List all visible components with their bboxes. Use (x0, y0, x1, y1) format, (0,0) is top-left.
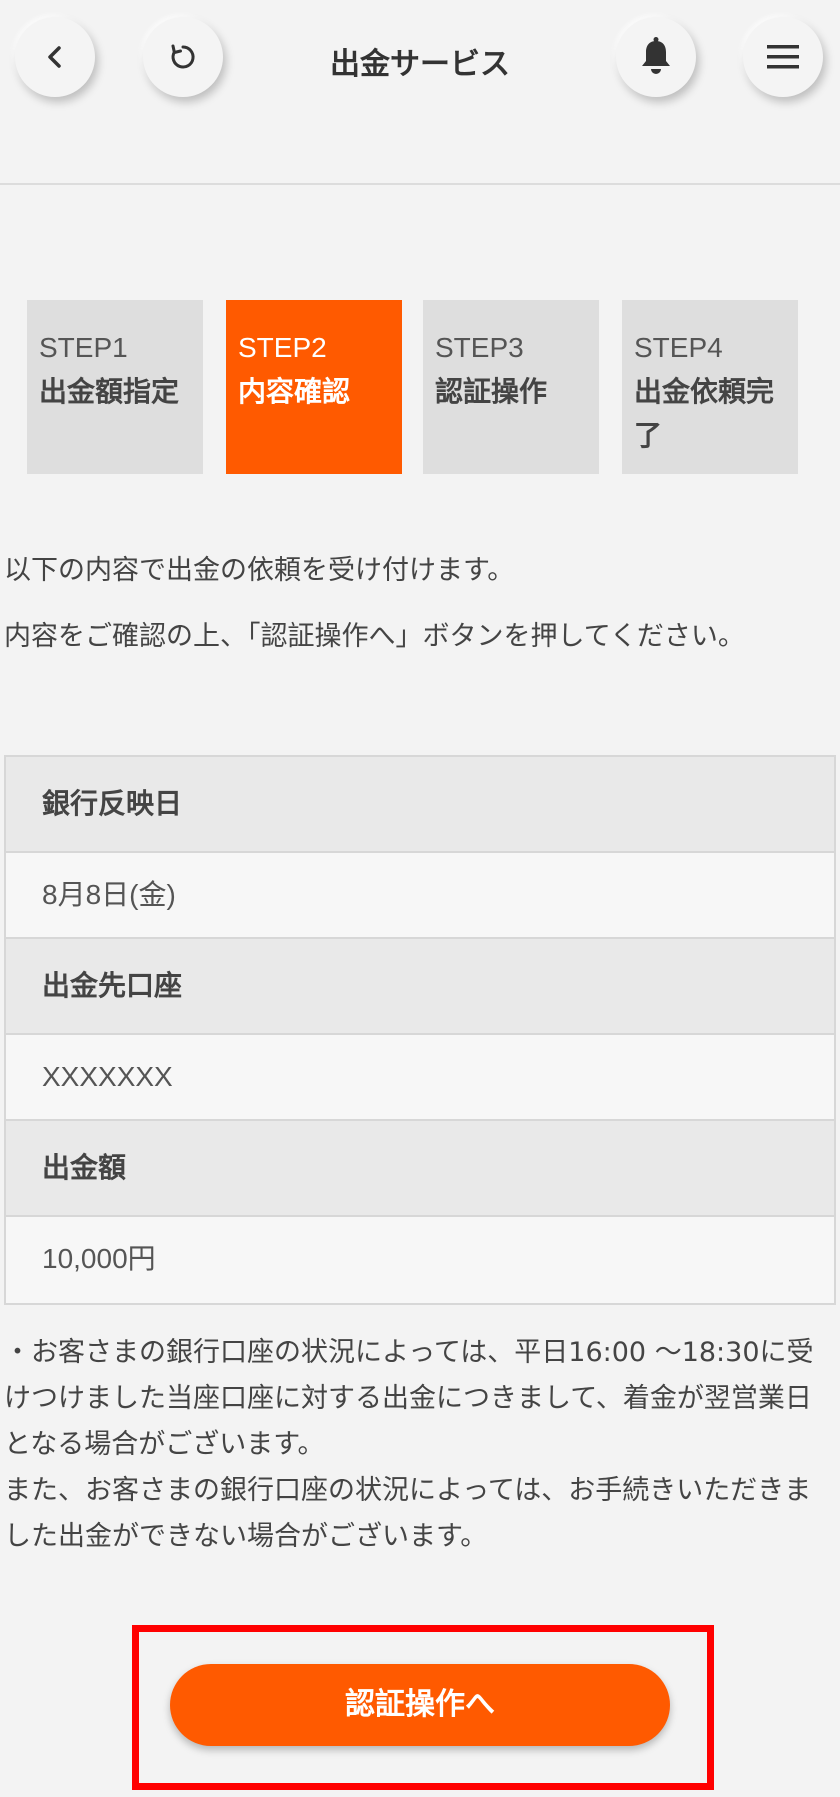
step-4-number: STEP4 (634, 332, 723, 363)
chevron-left-icon (48, 46, 61, 68)
step-4-label: 出金依頼完了 (634, 375, 775, 452)
bank-date-value: 8月8日(金) (6, 853, 834, 939)
step-3: STEP3 認証操作 (423, 300, 599, 474)
step-2-active: STEP2 内容確認 (226, 300, 402, 474)
step-2-number: STEP2 (238, 332, 327, 363)
refresh-button[interactable] (143, 17, 223, 97)
notice-paragraph-1: ・お客さまの銀行口座の状況によっては、平日16:00 〜18:30に受けつけまし… (4, 1337, 814, 1460)
account-value: XXXXXXX (6, 1035, 834, 1121)
amount-value: 10,000円 (42, 1243, 156, 1274)
hamburger-menu-icon (767, 45, 799, 69)
menu-button[interactable] (743, 17, 823, 97)
step-1: STEP1 出金額指定 (27, 300, 203, 474)
notifications-button[interactable] (616, 17, 696, 97)
app-header: 出金サービス (0, 0, 840, 185)
step-4: STEP4 出金依頼完了 (622, 300, 798, 474)
withdrawal-details-table: 銀行反映日 8月8日(金) 出金先口座 XXXXXXX 出金額 10,000円 (4, 755, 836, 1305)
step-indicator: STEP1 出金額指定 STEP2 内容確認 STEP3 認証操作 STEP4 … (0, 300, 840, 474)
page-title: 出金サービス (330, 47, 510, 82)
intro-line-2: 内容をご確認の上、「認証操作へ」ボタンを押してください。 (4, 621, 745, 652)
bell-icon (642, 37, 670, 74)
step-2-label: 内容確認 (238, 375, 351, 408)
amount-label: 出金額 (6, 1121, 834, 1217)
bank-date-label: 銀行反映日 (6, 757, 834, 853)
intro-text: 以下の内容で出金の依頼を受け付けます。 内容をご確認の上、「認証操作へ」ボタンを… (4, 548, 834, 680)
step-1-label: 出金額指定 (39, 375, 180, 408)
refresh-icon (171, 44, 195, 69)
intro-line-1: 以下の内容で出金の依頼を受け付けます。 (4, 555, 515, 586)
step-3-label: 認証操作 (435, 375, 548, 408)
step-3-number: STEP3 (435, 332, 524, 363)
back-button[interactable] (15, 17, 95, 97)
account-label: 出金先口座 (6, 939, 834, 1035)
notice-text: ・お客さまの銀行口座の状況によっては、平日16:00 〜18:30に受けつけまし… (4, 1330, 836, 1560)
notice-paragraph-2: また、お客さまの銀行口座の状況によっては、お手続きいただきました出金ができない場… (4, 1475, 812, 1552)
authenticate-button[interactable]: 認証操作へ (170, 1664, 670, 1746)
step-1-number: STEP1 (39, 332, 128, 363)
